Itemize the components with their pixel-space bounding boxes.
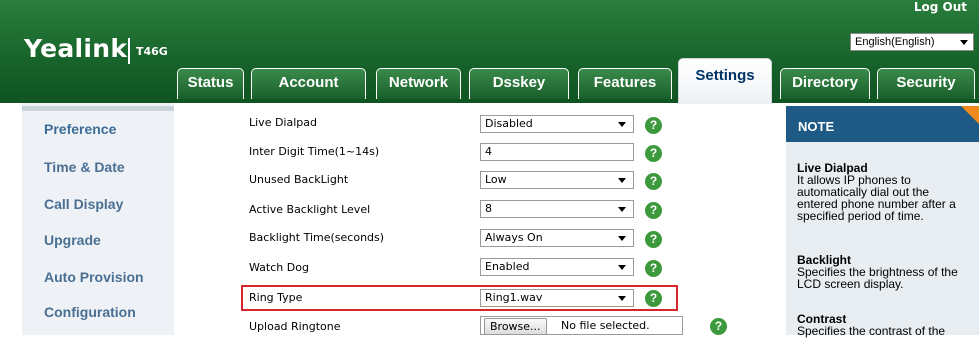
ring-type-value: Ring1.wav	[485, 291, 543, 304]
sidebar-item-time-date[interactable]: Time & Date	[44, 159, 125, 175]
upload-ringtone-label: Upload Ringtone	[249, 320, 341, 333]
live-dialpad-value: Disabled	[485, 117, 533, 130]
sidebar-item-call-display[interactable]: Call Display	[44, 196, 123, 212]
note-line: specified period of time.	[797, 209, 924, 223]
browse-button[interactable]: Browse...	[484, 318, 547, 335]
chevron-down-icon	[618, 296, 626, 301]
note-line: LCD screen display.	[797, 277, 904, 291]
tab-network[interactable]: Network	[376, 68, 461, 99]
help-icon[interactable]: ?	[645, 260, 662, 277]
chevron-down-icon	[618, 265, 626, 270]
language-select[interactable]: English(English)	[850, 33, 974, 51]
sidebar	[22, 103, 174, 335]
help-icon[interactable]: ?	[645, 290, 662, 307]
note-line: Specifies the contrast of the	[797, 324, 946, 338]
tab-features[interactable]: Features	[578, 68, 672, 99]
live-dialpad-select[interactable]: Disabled	[480, 115, 634, 133]
file-status: No file selected.	[561, 319, 650, 332]
active-backlight-label: Active Backlight Level	[249, 203, 371, 216]
help-icon[interactable]: ?	[645, 117, 662, 134]
language-value: English(English)	[855, 36, 935, 48]
tab-security[interactable]: Security	[877, 68, 975, 99]
active-backlight-select[interactable]: 8	[480, 200, 634, 218]
tab-settings[interactable]: Settings	[678, 58, 772, 104]
tab-dsskey[interactable]: Dsskey	[469, 68, 569, 99]
sidebar-item-preference[interactable]: Preference	[44, 121, 116, 137]
watch-dog-label: Watch Dog	[249, 261, 309, 274]
watch-dog-select[interactable]: Enabled	[480, 258, 634, 276]
logout-link[interactable]: Log Out	[914, 0, 967, 14]
ring-type-select[interactable]: Ring1.wav	[480, 289, 634, 307]
inter-digit-value: 4	[485, 145, 492, 158]
chevron-down-icon	[618, 207, 626, 212]
active-backlight-value: 8	[485, 202, 492, 215]
backlight-time-value: Always On	[485, 231, 543, 244]
unused-backlight-value: Low	[485, 173, 507, 186]
unused-backlight-label: Unused BackLight	[249, 173, 349, 186]
unused-backlight-select[interactable]: Low	[480, 171, 634, 189]
upload-ringtone-file-input[interactable]: Browse... No file selected.	[480, 316, 683, 335]
tab-account[interactable]: Account	[251, 68, 366, 99]
backlight-time-select[interactable]: Always On	[480, 229, 634, 247]
help-icon[interactable]: ?	[645, 202, 662, 219]
note-corner-decoration	[961, 106, 979, 124]
live-dialpad-label: Live Dialpad	[249, 116, 317, 129]
sidebar-top-border	[22, 106, 174, 111]
model-label: T46G	[136, 45, 168, 58]
tab-status[interactable]: Status	[177, 68, 244, 99]
note-title: NOTE	[798, 119, 835, 134]
watch-dog-value: Enabled	[485, 260, 530, 273]
inter-digit-label: Inter Digit Time(1~14s)	[249, 145, 380, 158]
chevron-down-icon	[960, 40, 968, 45]
inter-digit-input[interactable]: 4	[480, 143, 634, 161]
yealink-logo: Yealink	[24, 34, 128, 63]
tab-directory[interactable]: Directory	[780, 68, 870, 99]
help-icon[interactable]: ?	[645, 231, 662, 248]
chevron-down-icon	[618, 178, 626, 183]
sidebar-item-configuration[interactable]: Configuration	[44, 304, 136, 320]
chevron-down-icon	[618, 236, 626, 241]
help-icon[interactable]: ?	[710, 318, 727, 335]
ring-type-label: Ring Type	[249, 291, 303, 304]
sidebar-item-auto-provision[interactable]: Auto Provision	[44, 269, 144, 285]
chevron-down-icon	[618, 122, 626, 127]
sidebar-item-upgrade[interactable]: Upgrade	[44, 232, 101, 248]
help-icon[interactable]: ?	[645, 173, 662, 190]
logo-divider	[128, 38, 130, 64]
help-icon[interactable]: ?	[645, 145, 662, 162]
backlight-time-label: Backlight Time(seconds)	[249, 231, 385, 244]
